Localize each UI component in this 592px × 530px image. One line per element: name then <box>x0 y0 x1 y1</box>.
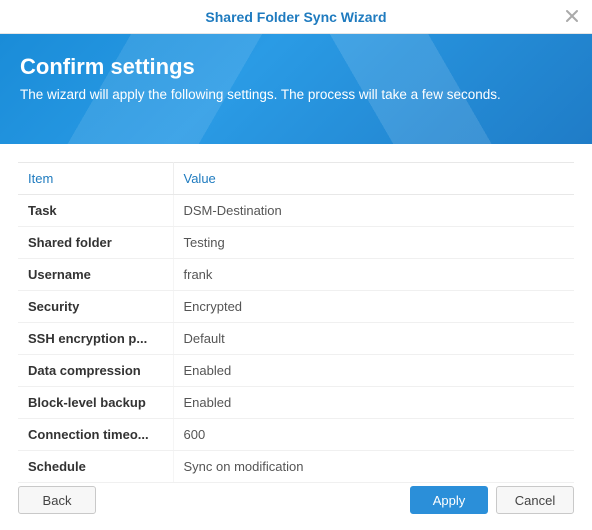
setting-key: Block-level backup <box>18 387 173 419</box>
content-area: Item Value TaskDSM-Destination Shared fo… <box>0 144 592 483</box>
cancel-button[interactable]: Cancel <box>496 486 574 514</box>
setting-value: 600 <box>173 419 574 451</box>
banner-subtext: The wizard will apply the following sett… <box>20 86 550 104</box>
setting-value: Default <box>173 323 574 355</box>
setting-key: Security <box>18 291 173 323</box>
back-button[interactable]: Back <box>18 486 96 514</box>
setting-key: Connection timeo... <box>18 419 173 451</box>
footer: Back Apply Cancel <box>0 472 592 530</box>
table-row: Usernamefrank <box>18 259 574 291</box>
setting-key: Task <box>18 195 173 227</box>
title-bar: Shared Folder Sync Wizard <box>0 0 592 34</box>
setting-key: Shared folder <box>18 227 173 259</box>
table-row: SecurityEncrypted <box>18 291 574 323</box>
table-row: Shared folderTesting <box>18 227 574 259</box>
col-header-value[interactable]: Value <box>173 163 574 195</box>
setting-value: Enabled <box>173 355 574 387</box>
table-row: TaskDSM-Destination <box>18 195 574 227</box>
setting-value: Testing <box>173 227 574 259</box>
apply-button[interactable]: Apply <box>410 486 488 514</box>
wizard-banner: Confirm settings The wizard will apply t… <box>0 34 592 144</box>
table-row: Data compressionEnabled <box>18 355 574 387</box>
settings-table: Item Value TaskDSM-Destination Shared fo… <box>18 162 574 483</box>
setting-value: Enabled <box>173 387 574 419</box>
setting-key: Data compression <box>18 355 173 387</box>
table-row: SSH encryption p...Default <box>18 323 574 355</box>
table-row: Block-level backupEnabled <box>18 387 574 419</box>
col-header-item[interactable]: Item <box>18 163 173 195</box>
table-row: Connection timeo...600 <box>18 419 574 451</box>
close-icon[interactable] <box>562 6 582 26</box>
setting-value: frank <box>173 259 574 291</box>
setting-value: Encrypted <box>173 291 574 323</box>
banner-heading: Confirm settings <box>20 54 572 80</box>
setting-value: DSM-Destination <box>173 195 574 227</box>
setting-key: SSH encryption p... <box>18 323 173 355</box>
window-title: Shared Folder Sync Wizard <box>205 9 386 25</box>
setting-key: Username <box>18 259 173 291</box>
